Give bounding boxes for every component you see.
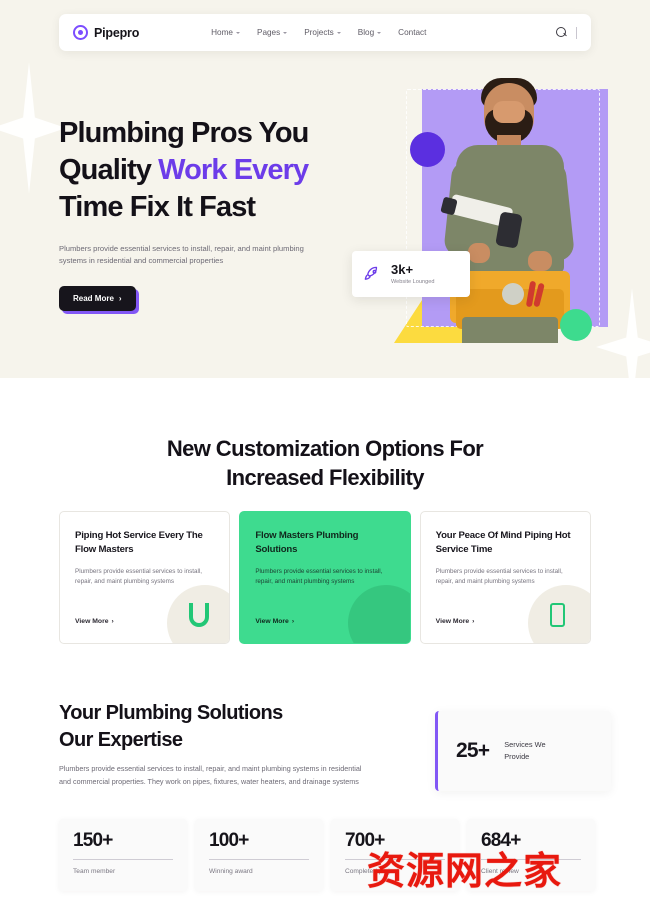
chevron-right-icon: › [111,618,114,625]
landing-page: Pipepro Home Pages Projects Blog Contact [0,0,650,909]
hero-title: Plumbing Pros You Quality Work Every Tim… [59,115,359,226]
brand-logo[interactable]: Pipepro [73,25,139,40]
expertise-heading: Your Plumbing Solutions Our Expertise [59,700,389,754]
services-provide-label: Services We Provide [504,739,574,763]
view-more-label: View More [435,618,470,625]
chevron-down-icon [283,31,288,34]
hero-subtitle: Plumbers provide essential services to i… [59,244,304,265]
card-blob-decoration [347,585,410,643]
hero-stat-badge: 3k+ Website Lounged [352,251,470,297]
nav-divider [576,26,577,39]
nav-item-blog[interactable]: Blog [357,28,382,37]
expertise-heading-line-2: Our Expertise [59,729,183,751]
stat-value: 150+ [73,830,113,851]
nav-item-pages[interactable]: Pages [256,28,288,37]
view-more-link[interactable]: View More › [436,618,475,625]
nav-actions [556,26,577,39]
nav-item-home-label: Home [211,28,233,37]
search-icon[interactable] [556,27,567,38]
brand-name: Pipepro [94,25,140,40]
customization-heading-line-1: New Customization Options For [166,436,484,461]
view-more-link[interactable]: View More › [255,618,294,625]
hero-stat-badge-value: 3k+ [391,262,414,277]
service-card-title: Flow Masters Plumbing Solutions [255,530,359,555]
chevron-down-icon [336,31,341,34]
watermark-overlay: 资源网之家 [367,849,563,893]
service-card-text: Plumbers provide essential services to i… [435,568,563,585]
stat-divider [73,858,173,860]
hero-artwork [392,75,608,343]
hero-title-line-2: Quality Work Every [59,152,359,189]
chevron-down-icon [235,31,240,34]
nav-item-contact-label: Contact [398,28,427,37]
read-more-label: Read More [73,294,114,303]
service-card[interactable]: Your Peace Of Mind Piping Hot Service Ti… [419,511,591,644]
stat-card: 150+ Team member [59,819,187,891]
hero-copy: Plumbing Pros You Quality Work Every Tim… [59,115,359,311]
stat-value: 100+ [209,830,249,851]
services-provide-label-line-2: Provide [504,752,530,761]
rocket-icon [364,266,378,280]
nav-item-home[interactable]: Home [211,28,240,37]
stat-divider [209,858,309,860]
service-card[interactable]: Flow Masters Plumbing Solutions Plumbers… [239,511,411,644]
expertise-heading-line-1: Your Plumbing Solutions [59,702,283,724]
customization-heading-line-2: Increased Flexibility [226,465,424,490]
services-provide-label-line-1: Services We [504,740,546,749]
read-more-button[interactable]: Read More › [59,286,136,311]
services-provide-value: 25+ [456,739,490,762]
nav-item-contact[interactable]: Contact [398,28,426,37]
nav-item-projects-label: Projects [304,28,334,37]
chevron-down-icon [377,31,382,34]
navbar: Pipepro Home Pages Projects Blog Contact [59,14,591,51]
nav-links: Home Pages Projects Blog Contact [211,28,426,37]
nav-item-projects[interactable]: Projects [304,28,341,37]
chevron-right-icon: › [118,294,122,303]
hero-title-line-2-plain: Quality [59,154,159,186]
customization-heading: New Customization Options For Increased … [0,434,650,492]
nav-item-blog-label: Blog [357,28,375,37]
nav-item-pages-label: Pages [256,28,281,37]
chevron-right-icon: › [291,618,295,625]
view-more-label: View More [255,618,289,625]
service-card-title: Your Peace Of Mind Piping Hot Service Ti… [435,530,571,555]
stat-label: Winning award [209,867,253,875]
service-card-text: Plumbers provide essential services to i… [75,568,203,585]
services-provide-card: 25+ Services We Provide [435,711,611,791]
service-card-text: Plumbers provide essential services to i… [255,568,383,585]
pipe-segment-icon [549,603,572,629]
service-cards: Piping Hot Service Every The Flow Master… [59,511,591,644]
concentric-circle-logo-icon [73,25,88,40]
chevron-right-icon: › [472,618,475,625]
hero-stat-badge-label: Website Lounged [391,279,435,285]
view-more-link[interactable]: View More › [75,618,114,625]
hero-title-highlight: Work Every [158,154,309,186]
plumber-photo [436,75,586,343]
u-pipe-icon [189,603,211,629]
service-card[interactable]: Piping Hot Service Every The Flow Master… [59,511,231,644]
hero-stat-badge-text: 3k+ Website Lounged [391,263,434,285]
service-card-title: Piping Hot Service Every The Flow Master… [75,530,203,555]
view-more-label: View More [75,618,109,625]
stat-label: Team member [73,867,116,875]
hero-title-line-3: Time Fix It Fast [59,191,256,223]
hero-title-line-1: Plumbing Pros You [59,117,309,149]
expertise-text: Plumbers provide essential services to i… [59,764,362,786]
stat-card: 100+ Winning award [195,819,323,891]
green-circle-shape [560,309,592,341]
